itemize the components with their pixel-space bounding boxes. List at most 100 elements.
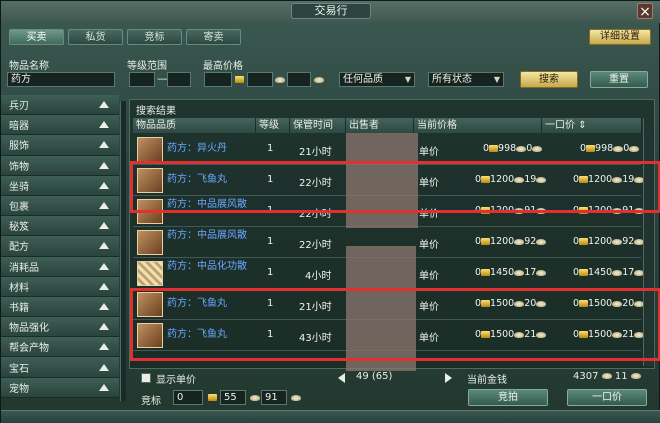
reset-button[interactable]: 重置: [590, 71, 648, 88]
sidebar-item-label: 消耗品: [9, 262, 39, 274]
item-name-input[interactable]: 药方: [7, 72, 115, 87]
sidebar-item-guild-product[interactable]: 帮会产物: [1, 337, 119, 358]
price-silver: 1450: [588, 267, 613, 278]
next-page-icon[interactable]: [445, 373, 452, 383]
silver-ingot-icon: [514, 238, 525, 245]
page-info: 49 (65): [356, 371, 393, 382]
expand-arrow-icon[interactable]: [99, 262, 109, 270]
buyout-button[interactable]: 一口价: [567, 389, 647, 406]
quality-select-value: 任何品质: [343, 74, 383, 85]
sidebar-item-gem[interactable]: 宝石: [1, 357, 119, 378]
trading-window: 交易行 × 买卖 私货 竞标 寄卖 详细设置 物品名称 药方 等级范围 — 最高…: [0, 0, 660, 423]
tab-buy-sell[interactable]: 买卖: [9, 29, 64, 45]
sidebar-item-label: 宝石: [9, 363, 29, 375]
sidebar-item-label: 坐骑: [9, 181, 29, 193]
item-name[interactable]: 药方：中品展风散: [167, 230, 247, 242]
status-select[interactable]: 所有状态: [428, 72, 504, 87]
recipe-book-icon: [137, 230, 163, 255]
sort-icon[interactable]: ⇕: [578, 120, 586, 131]
title-bar: 交易行 ×: [1, 1, 660, 23]
column-buyout-label: 一口价: [545, 120, 575, 131]
column-seller[interactable]: 出售者: [346, 118, 414, 133]
expand-arrow-icon[interactable]: [99, 383, 109, 391]
expand-arrow-icon[interactable]: [99, 363, 109, 371]
sidebar-item-label: 材料: [9, 282, 29, 294]
max-price-silver-input[interactable]: [247, 72, 273, 87]
gold-coin-icon: [481, 269, 491, 276]
expand-arrow-icon[interactable]: [99, 242, 109, 250]
results-title: 搜索结果: [136, 106, 176, 117]
sidebar-item-mount[interactable]: 坐骑: [1, 175, 119, 196]
current-money: 4307 11: [573, 371, 641, 382]
column-buyout[interactable]: 一口价 ⇕: [542, 118, 642, 133]
tab-consign[interactable]: 寄卖: [186, 29, 241, 45]
silver-ingot-icon: [514, 269, 525, 276]
expand-arrow-icon[interactable]: [99, 323, 109, 331]
gold-coin-icon: [489, 145, 499, 152]
column-time[interactable]: 保管时间: [290, 118, 346, 133]
expand-arrow-icon[interactable]: [99, 161, 109, 169]
prev-page-icon[interactable]: [338, 373, 345, 383]
max-price-gold-input[interactable]: [204, 72, 232, 87]
close-button[interactable]: ×: [637, 3, 653, 20]
sidebar-item-enhancement[interactable]: 物品强化: [1, 317, 119, 338]
expand-arrow-icon[interactable]: [99, 282, 109, 290]
expand-arrow-icon[interactable]: [99, 222, 109, 230]
sidebar-item-recipe[interactable]: 配方: [1, 236, 119, 257]
tab-private[interactable]: 私货: [68, 29, 123, 45]
expand-arrow-icon[interactable]: [99, 121, 109, 129]
sidebar-item-hidden-weapon[interactable]: 暗器: [1, 115, 119, 136]
copper-ingot-icon: [291, 395, 301, 401]
recipe-book-icon: [137, 137, 163, 162]
level-max-input[interactable]: [167, 72, 191, 87]
sidebar-item-manual[interactable]: 秘笈: [1, 216, 119, 237]
column-current-price[interactable]: 当前价格: [414, 118, 542, 133]
expand-arrow-icon[interactable]: [99, 181, 109, 189]
sidebar-item-weapon[interactable]: 兵刃: [1, 95, 119, 116]
item-name-label: 物品名称: [9, 61, 49, 72]
expand-arrow-icon[interactable]: [99, 202, 109, 210]
sidebar-item-label: 暗器: [9, 121, 29, 133]
item-name[interactable]: 药方：中品化功散: [167, 261, 247, 273]
current-price: 0 998 0: [483, 143, 543, 154]
detail-settings-button[interactable]: 详细设置: [589, 29, 651, 45]
price-silver: 1450: [490, 267, 515, 278]
sidebar-item-consumable[interactable]: 消耗品: [1, 256, 119, 277]
sidebar-item-pet[interactable]: 宠物: [1, 377, 119, 398]
expand-arrow-icon[interactable]: [99, 343, 109, 351]
sidebar-item-clothing[interactable]: 服饰: [1, 135, 119, 156]
expand-arrow-icon[interactable]: [99, 141, 109, 149]
price-silver: 1200: [588, 236, 613, 247]
gold-coin-icon: [208, 394, 217, 401]
expand-arrow-icon[interactable]: [99, 302, 109, 310]
show-unit-price-checkbox[interactable]: [141, 373, 151, 383]
silver-ingot-icon: [275, 77, 285, 83]
sidebar-scrollbar[interactable]: [120, 101, 126, 401]
bid-button[interactable]: 竞拍: [468, 389, 548, 406]
column-quality[interactable]: 物品品质: [133, 118, 256, 133]
sidebar-item-bag[interactable]: 包裹: [1, 195, 119, 217]
price-silver: 998: [498, 143, 517, 154]
sidebar-item-accessory[interactable]: 饰物: [1, 155, 119, 176]
level-min-input[interactable]: [129, 72, 155, 87]
tab-bid[interactable]: 竞标: [127, 29, 182, 45]
bid-copper-input[interactable]: 91: [261, 390, 287, 405]
expand-arrow-icon[interactable]: [99, 101, 109, 109]
bid-silver-input[interactable]: 55: [220, 390, 246, 405]
sidebar-item-label: 帮会产物: [9, 343, 49, 355]
item-time: 21小时: [299, 147, 332, 158]
unit-price-label: 单价: [419, 240, 439, 251]
bid-gold-input[interactable]: 0: [173, 390, 203, 405]
column-level[interactable]: 等级: [256, 118, 290, 133]
sidebar-item-material[interactable]: 材料: [1, 276, 119, 297]
sidebar-item-book[interactable]: 书籍: [1, 296, 119, 318]
item-name[interactable]: 药方：异火丹: [167, 143, 247, 155]
copper-ingot-icon: [629, 145, 640, 152]
gold-coin-icon: [579, 269, 589, 276]
money-gold: 4307: [573, 371, 599, 382]
sidebar-item-label: 兵刃: [9, 101, 29, 113]
max-price-copper-input[interactable]: [287, 72, 311, 87]
silver-ingot-icon: [601, 373, 612, 379]
search-button[interactable]: 搜索: [520, 71, 578, 88]
quality-select[interactable]: 任何品质: [339, 72, 415, 87]
